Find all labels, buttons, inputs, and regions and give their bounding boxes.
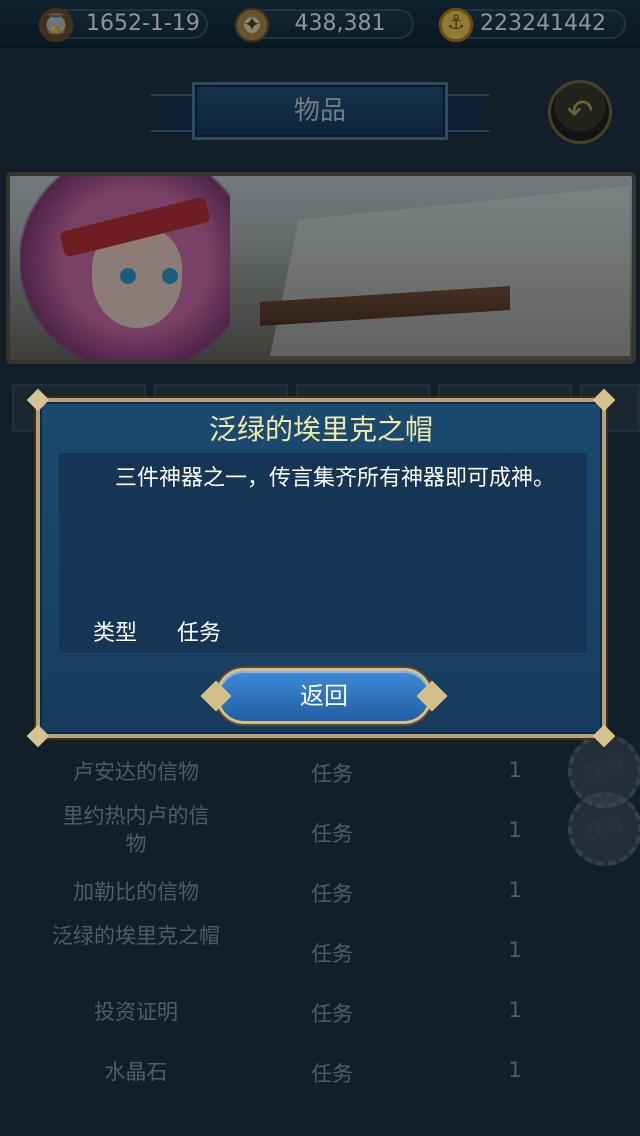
table-row[interactable]: 里约热内卢的信物 任务 1 获得 — [0, 782, 640, 876]
table-row[interactable]: 投资证明 任务 1 — [0, 982, 640, 1042]
item-detail-dialog: 泛绿的埃里克之帽 三件神器之一，传言集齐所有神器即可成神。 类型 任务 返回 — [26, 388, 616, 748]
back-button[interactable]: ↶ — [548, 80, 612, 144]
character-eye-left — [120, 268, 136, 284]
item-qty: 1 — [508, 818, 522, 842]
item-qty: 1 — [508, 878, 522, 902]
back-arrow-icon: ↶ — [566, 92, 594, 130]
top-status-bar: 1652-1-19 438,381 223241442 — [0, 0, 640, 48]
item-qty: 1 — [508, 758, 522, 782]
item-name: 投资证明 — [94, 1000, 178, 1024]
item-qty: 1 — [508, 938, 522, 962]
item-type: 任务 — [311, 1002, 353, 1026]
title-banner: 物品 — [150, 80, 490, 144]
dialog-title: 泛绿的埃里克之帽 — [208, 413, 433, 446]
compass-icon — [230, 3, 274, 47]
item-name: 水晶石 — [104, 1060, 168, 1084]
item-name: 里约热内卢的信物 — [62, 804, 210, 856]
return-button[interactable]: 返回 — [200, 668, 448, 724]
return-button-label: 返回 — [300, 682, 348, 710]
item-qty: 1 — [508, 1058, 522, 1082]
item-type: 任务 — [311, 882, 353, 906]
character-eye-right — [162, 268, 178, 284]
scene-building — [270, 186, 630, 356]
gold-value: 223241442 — [480, 11, 606, 36]
character-scene — [6, 172, 636, 364]
item-type: 任务 — [311, 1062, 353, 1086]
date-value: 1652-1-19 — [86, 11, 200, 36]
anchor-coin-icon — [434, 3, 478, 47]
item-description: 三件神器之一，传言集齐所有神器即可成神。 — [115, 466, 556, 491]
gold-display: 223241442 — [434, 3, 626, 47]
item-type: 任务 — [311, 762, 353, 786]
date-display: 1652-1-19 — [34, 3, 208, 47]
type-value: 任务 — [177, 621, 222, 646]
table-row[interactable]: 卢安达的信物 任务 1 获得 — [0, 724, 640, 818]
coins-display: 438,381 — [230, 3, 414, 47]
table-row[interactable]: 加勒比的信物 任务 1 — [0, 862, 640, 922]
button-ornament-left — [200, 680, 232, 712]
item-name: 泛绿的埃里克之帽 — [52, 924, 220, 948]
coins-value: 438,381 — [294, 11, 386, 36]
type-label: 类型 — [93, 621, 138, 646]
button-ornament-right — [416, 680, 448, 712]
page-title: 物品 — [192, 82, 448, 140]
item-qty: 1 — [508, 998, 522, 1022]
item-name: 加勒比的信物 — [73, 880, 199, 904]
table-row[interactable]: 泛绿的埃里克之帽 任务 1 — [0, 922, 640, 982]
item-type: 任务 — [311, 942, 353, 966]
item-type: 任务 — [311, 822, 353, 846]
table-row[interactable]: 水晶石 任务 1 — [0, 1042, 640, 1102]
dialog-body: 三件神器之一，传言集齐所有神器即可成神。 类型 任务 — [58, 452, 588, 654]
item-name: 卢安达的信物 — [73, 760, 199, 784]
hourglass-icon — [34, 3, 78, 47]
